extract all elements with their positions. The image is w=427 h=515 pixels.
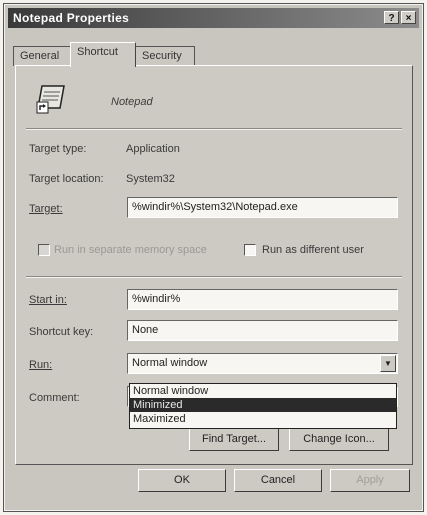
separator xyxy=(26,276,402,278)
shortcut-key-input[interactable]: None xyxy=(127,320,398,341)
separate-memory-checkbox[interactable] xyxy=(38,244,50,256)
properties-dialog: Notepad Properties ? × General Shortcut … xyxy=(3,3,424,512)
run-option-maximized[interactable]: Maximized xyxy=(130,412,396,426)
run-select[interactable]: Normal window ▼ xyxy=(127,353,398,374)
change-icon-button[interactable]: Change Icon... xyxy=(289,428,389,451)
comment-label: Comment: xyxy=(29,392,80,404)
close-button[interactable]: × xyxy=(401,11,416,24)
ok-button[interactable]: OK xyxy=(138,469,226,492)
run-dropdown-list: Normal window Minimized Maximized xyxy=(129,383,397,429)
run-as-checkbox[interactable] xyxy=(244,244,256,256)
window-title: Notepad Properties xyxy=(13,11,130,25)
target-label: Target: xyxy=(29,203,63,215)
run-label: Run: xyxy=(29,359,53,371)
chevron-down-icon[interactable]: ▼ xyxy=(380,355,396,372)
target-type-value: Application xyxy=(126,143,180,155)
help-button[interactable]: ? xyxy=(384,11,399,24)
tab-general[interactable]: General xyxy=(13,46,71,66)
title-bar: Notepad Properties ? × xyxy=(8,8,419,28)
run-as-label: Run as different user xyxy=(262,244,364,256)
cancel-button[interactable]: Cancel xyxy=(234,469,322,492)
notepad-icon xyxy=(34,82,68,116)
shortcut-panel: Notepad Target type: Application Target … xyxy=(15,65,413,465)
target-input[interactable]: %windir%\System32\Notepad.exe xyxy=(127,197,398,218)
run-option-minimized[interactable]: Minimized xyxy=(130,398,396,412)
separate-memory-label: Run in separate memory space xyxy=(54,244,207,256)
run-option-normal[interactable]: Normal window xyxy=(130,384,396,398)
tab-shortcut[interactable]: Shortcut xyxy=(70,42,136,67)
start-in-label: Start in: xyxy=(29,294,67,306)
target-type-label: Target type: xyxy=(29,143,87,155)
run-select-value: Normal window xyxy=(132,357,208,369)
separator xyxy=(26,128,402,130)
target-location-label: Target location: xyxy=(29,173,104,185)
start-in-input[interactable]: %windir% xyxy=(127,289,398,310)
app-name: Notepad xyxy=(111,96,153,108)
tab-security[interactable]: Security xyxy=(135,46,195,66)
target-location-value: System32 xyxy=(126,173,175,185)
shortcut-key-label: Shortcut key: xyxy=(29,326,94,338)
find-target-button[interactable]: Find Target... xyxy=(189,428,279,451)
apply-button[interactable]: Apply xyxy=(330,469,410,492)
